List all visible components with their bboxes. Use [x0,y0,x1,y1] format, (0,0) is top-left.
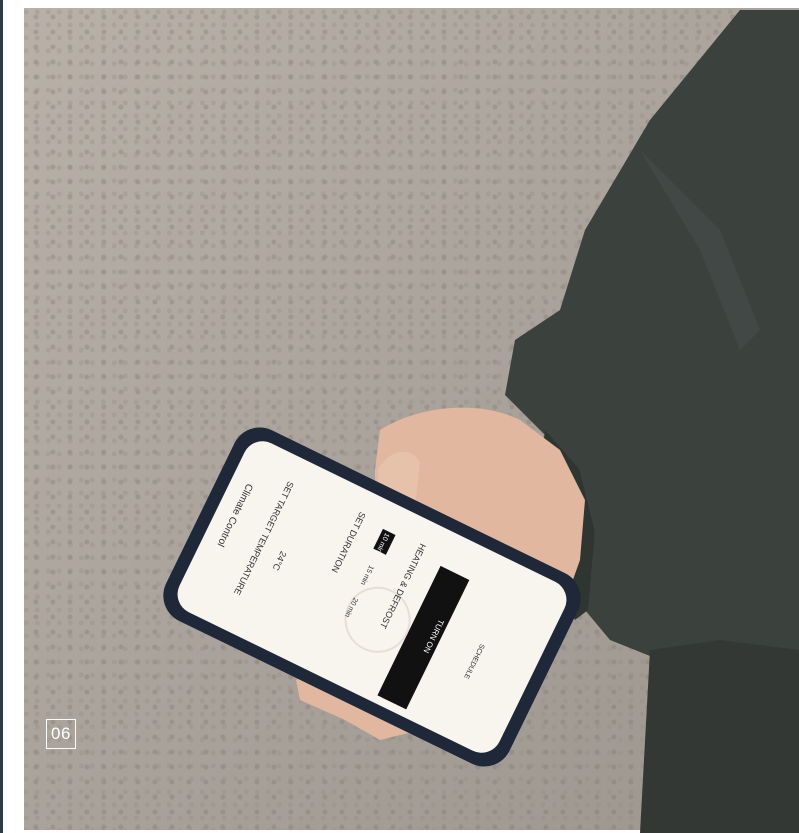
photo-number-badge: 06 [46,719,76,749]
photo-scene: Climate Control SET TARGET TEMPERATURE 2… [163,10,799,833]
jacket-lower [640,640,799,833]
